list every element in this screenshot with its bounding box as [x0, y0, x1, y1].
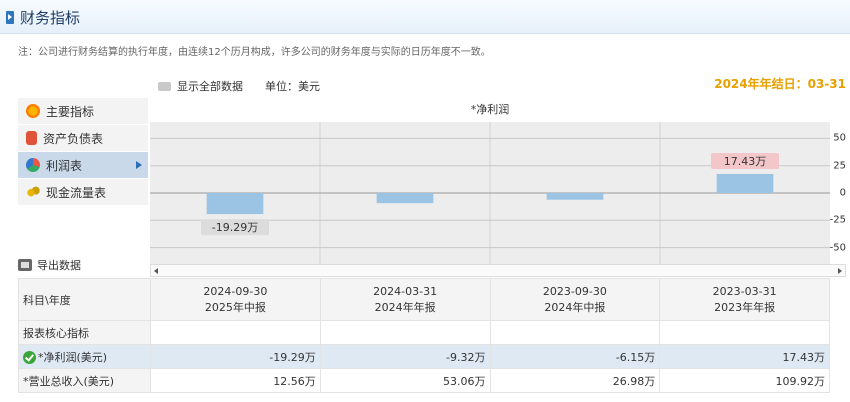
empty-cell	[150, 320, 321, 345]
table-cell: 109.92万	[659, 368, 830, 393]
sidebar-item-balance-sheet[interactable]: 资产负债表	[18, 125, 148, 152]
table-cell: -19.29万	[150, 344, 321, 369]
column-date: 2024-03-31	[373, 284, 438, 298]
y-tick-label: -50	[829, 242, 846, 254]
y-tick-label: -25	[829, 214, 846, 226]
export-icon	[18, 259, 32, 271]
fiscal-year-end: 2024年年结日：03-31	[714, 77, 846, 91]
export-label: 导出数据	[37, 259, 81, 272]
chart-bar	[546, 193, 604, 200]
corner-header: 科目\年度	[18, 278, 151, 321]
chart-canvas: -19.29万 17.43万	[150, 122, 830, 264]
chart-bar	[376, 193, 434, 204]
sidebar-item-label: 现金流量表	[46, 185, 107, 200]
row-label-text: *净利润(美元)	[38, 350, 108, 364]
data-label: -19.29万	[212, 221, 258, 234]
page-title: 财务指标	[20, 9, 81, 27]
y-tick-label: 25	[833, 160, 846, 172]
row-label: *净利润(美元)	[18, 344, 151, 369]
table-row-revenue[interactable]: *营业总收入(美元) 12.56万 53.06万 26.98万 109.92万	[18, 368, 830, 393]
check-icon	[23, 350, 36, 364]
financial-table: 科目\年度 2024-09-30 2025年中报 2024-03-31 2024年年…	[18, 278, 830, 393]
column-date: 2023-09-30	[542, 284, 607, 298]
column-report: 2024年年报	[374, 300, 436, 314]
scroll-left-icon[interactable]	[154, 268, 158, 274]
chart-bar	[206, 193, 264, 215]
statement-sidebar: 主要指标 资产负债表 利润表 现金流量表	[18, 98, 148, 206]
table-row-net-profit[interactable]: *净利润(美元) -19.29万 -9.32万 -6.15万 17.43万	[18, 344, 830, 369]
table-cell: 12.56万	[150, 368, 321, 393]
table-cell: 17.43万	[659, 344, 830, 369]
chart-title: *净利润	[470, 103, 510, 116]
empty-cell	[319, 320, 491, 345]
show-all-checkbox[interactable]	[158, 81, 171, 91]
sidebar-item-cash-flow[interactable]: 现金流量表	[18, 179, 148, 206]
pie-chart-icon	[26, 158, 40, 172]
section-marker-icon	[6, 11, 14, 24]
page-header: 财务指标	[0, 0, 850, 34]
sidebar-item-label: 主要指标	[46, 104, 95, 119]
sidebar-item-income-statement[interactable]: 利润表	[18, 152, 148, 179]
chart-bar	[716, 173, 774, 193]
sidebar-item-main-indicators[interactable]: 主要指标	[18, 98, 148, 125]
active-arrow-icon	[136, 161, 142, 169]
sidebar-item-label: 资产负债表	[43, 131, 104, 146]
table-cell: -9.32万	[319, 344, 491, 369]
section-row: 报表核心指标	[18, 320, 830, 345]
column-date: 2023-03-31	[712, 284, 777, 298]
column-report: 2023年年报	[714, 300, 776, 314]
table-cell: -6.15万	[489, 344, 661, 369]
y-tick-label: 50	[833, 132, 846, 144]
y-tick-label: 0	[839, 187, 846, 199]
fiscal-note: 注：公司进行财务结算的执行年度，由连续12个历月构成，许多公司的财务年度与实际的…	[18, 47, 491, 58]
empty-cell	[659, 320, 830, 345]
net-profit-chart: -19.29万 17.43万	[150, 122, 830, 264]
chart-scrollbar[interactable]	[150, 264, 846, 277]
y-axis: 50 25 0 -25 -50	[830, 122, 848, 264]
show-all-label[interactable]: 显示全部数据	[177, 78, 243, 94]
column-date: 2024-09-30	[203, 284, 268, 298]
unit-label: 单位：美元	[265, 80, 320, 93]
column-header: 2024-03-31 2024年年报	[319, 278, 491, 321]
chart-toolbar: 显示全部数据 单位：美元	[158, 78, 320, 94]
column-report: 2024年中报	[544, 300, 606, 314]
empty-cell	[489, 320, 661, 345]
table-header-row: 科目\年度 2024-09-30 2025年中报 2024-03-31 2024年年…	[18, 278, 830, 321]
column-report: 2025年中报	[204, 300, 266, 314]
section-label: 报表核心指标	[18, 320, 151, 345]
scroll-right-icon[interactable]	[838, 268, 842, 274]
data-label: 17.43万	[724, 155, 767, 168]
column-header: 2023-09-30 2024年中报	[489, 278, 661, 321]
export-data-button[interactable]: 导出数据	[18, 257, 81, 273]
coins-icon	[26, 185, 40, 199]
sidebar-item-label: 利润表	[46, 158, 83, 173]
column-header: 2023-03-31 2023年年报	[659, 278, 830, 321]
sun-icon	[26, 104, 40, 118]
row-label: *营业总收入(美元)	[18, 368, 151, 393]
table-cell: 26.98万	[489, 368, 661, 393]
column-header: 2024-09-30 2025年中报	[150, 278, 321, 321]
table-cell: 53.06万	[319, 368, 491, 393]
document-icon	[26, 131, 37, 145]
